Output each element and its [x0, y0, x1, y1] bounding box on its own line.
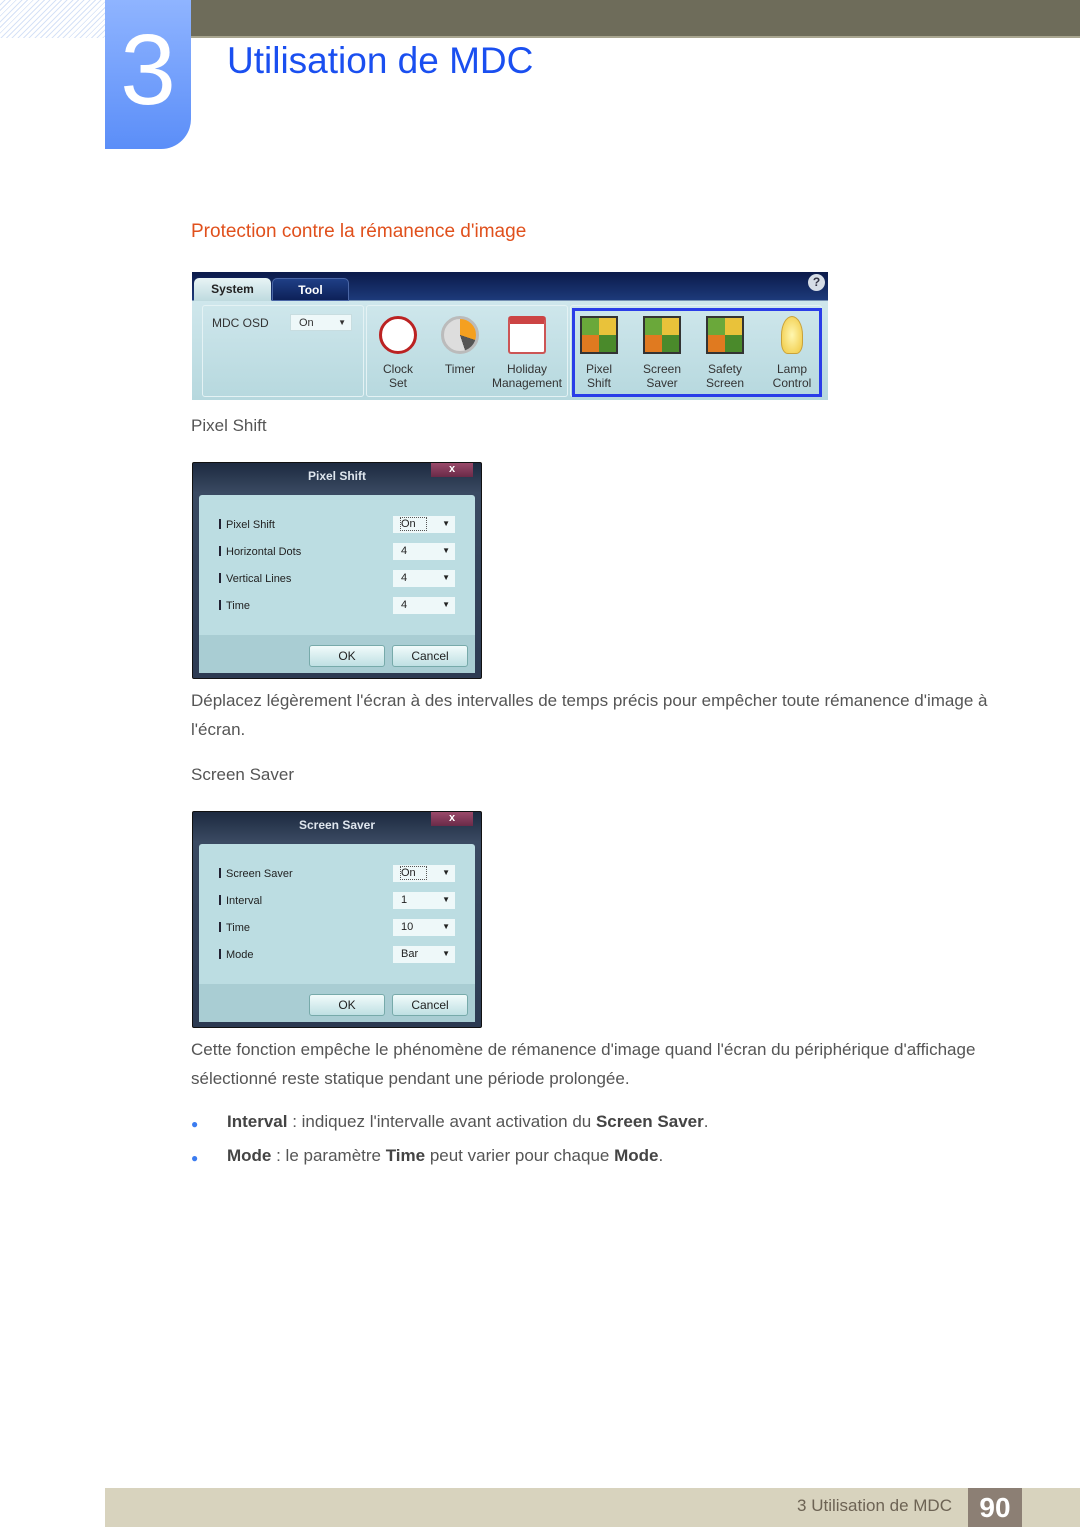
pixel-shift-heading: Pixel Shift	[191, 416, 267, 435]
chevron-down-icon: ▼	[442, 868, 450, 877]
section-title: Protection contre la rémanence d'image	[191, 221, 527, 242]
cancel-button[interactable]: Cancel	[392, 994, 468, 1016]
highlight-box	[572, 308, 822, 397]
chevron-down-icon: ▼	[442, 573, 450, 582]
close-icon[interactable]: x	[431, 812, 473, 826]
pixel-shift-description: Déplacez légèrement l'écran à des interv…	[191, 691, 988, 739]
time-select[interactable]: 10 ▼	[393, 919, 455, 936]
mdc-osd-label: MDC OSD	[212, 316, 269, 330]
tab-system[interactable]: System	[194, 278, 271, 301]
holiday-management-button[interactable]: Holiday Management	[484, 316, 570, 390]
chapter-number: 3	[105, 0, 191, 149]
chevron-down-icon: ▼	[442, 519, 450, 528]
row-label: Pixel Shift	[219, 519, 275, 531]
time-select[interactable]: 4 ▼	[393, 597, 455, 614]
clock-icon	[379, 316, 417, 354]
help-icon[interactable]: ?	[808, 274, 825, 291]
chevron-down-icon: ▼	[338, 318, 346, 327]
pixel-shift-dialog: Pixel Shift x Pixel Shift On ▼ Horizontal…	[192, 462, 482, 679]
pixel-shift-select[interactable]: On ▼	[393, 516, 455, 533]
mdc-toolbar: System Tool ? MDC OSD On ▼ Clock Set Timer…	[192, 272, 828, 400]
row-label: Mode	[219, 949, 254, 961]
row-label: Vertical Lines	[219, 573, 291, 585]
calendar-icon	[508, 316, 546, 354]
ok-button[interactable]: OK	[309, 994, 385, 1016]
chevron-down-icon: ▼	[442, 546, 450, 555]
row-label: Horizontal Dots	[219, 546, 301, 558]
timer-icon	[441, 316, 479, 354]
vertical-lines-select[interactable]: 4 ▼	[393, 570, 455, 587]
row-label: Time	[219, 600, 250, 612]
tab-tool[interactable]: Tool	[272, 278, 349, 301]
ok-button[interactable]: OK	[309, 645, 385, 667]
chevron-down-icon: ▼	[442, 895, 450, 904]
cancel-button[interactable]: Cancel	[392, 645, 468, 667]
bullet-mode: ● Mode : le paramètre Time peut varier po…	[191, 1146, 664, 1165]
screen-saver-dialog: Screen Saver x Screen Saver On ▼ Interval…	[192, 811, 482, 1028]
chapter-title: Utilisation de MDC	[227, 40, 534, 81]
interval-select[interactable]: 1 ▼	[393, 892, 455, 909]
screen-saver-description: Cette fonction empêche le phénomène de r…	[191, 1040, 976, 1088]
row-label: Screen Saver	[219, 868, 293, 880]
mdc-osd-select[interactable]: On ▼	[290, 314, 352, 331]
row-label: Time	[219, 922, 250, 934]
footer-chapter: 3 Utilisation de MDC	[797, 1496, 952, 1515]
header-hatch	[0, 0, 105, 38]
header-bar	[190, 0, 1080, 38]
screen-saver-select[interactable]: On ▼	[393, 865, 455, 882]
row-label: Interval	[219, 895, 262, 907]
page-number: 90	[968, 1488, 1022, 1527]
bullet-interval: ● Interval : indiquez l'intervalle avant …	[191, 1112, 709, 1131]
chevron-down-icon: ▼	[442, 600, 450, 609]
chevron-down-icon: ▼	[442, 949, 450, 958]
mode-select[interactable]: Bar ▼	[393, 946, 455, 963]
page-footer: 3 Utilisation de MDC 90	[105, 1488, 1080, 1527]
close-icon[interactable]: x	[431, 463, 473, 477]
screen-saver-heading: Screen Saver	[191, 765, 294, 784]
horizontal-dots-select[interactable]: 4 ▼	[393, 543, 455, 560]
clock-set-button[interactable]: Clock Set	[363, 316, 433, 390]
chevron-down-icon: ▼	[442, 922, 450, 931]
